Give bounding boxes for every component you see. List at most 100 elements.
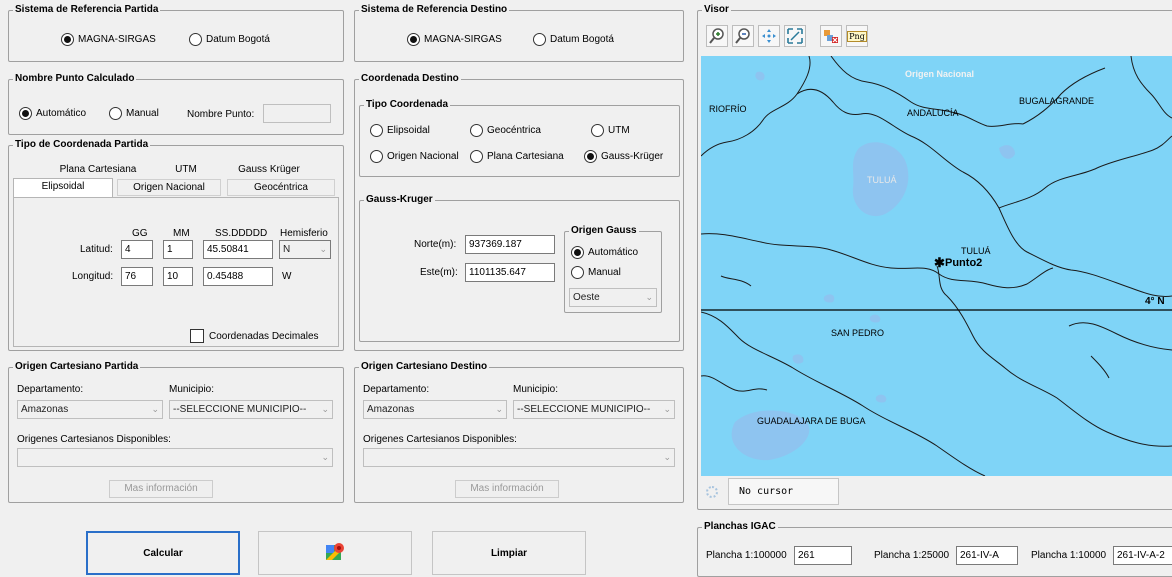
origen-automatico-radio[interactable]: Automático [571, 246, 638, 259]
punto-marker-icon[interactable]: ✱ [934, 256, 945, 269]
export-png-icon[interactable]: Png [846, 25, 868, 47]
municipio-select[interactable]: --SELECCIONE MUNICIPIO-- ⌄ [169, 400, 333, 419]
gauss-kruger-group: Gauss-Kruger Norte(m): 937369.187 Este(m… [359, 194, 680, 342]
origenes-select[interactable]: ⌄ [17, 448, 333, 467]
radio-label: Automático [36, 108, 87, 119]
zoom-extent-icon[interactable] [784, 25, 806, 47]
radio-dot-selected[interactable] [584, 150, 597, 163]
origenes-select[interactable]: ⌄ [363, 448, 675, 467]
radio-dot[interactable] [370, 124, 383, 137]
ref-destino-bogota-radio[interactable]: Datum Bogotá [533, 33, 614, 46]
tipo-geocentrica-radio[interactable]: Geocéntrica [470, 124, 541, 137]
cart-destino-title: Origen Cartesiano Destino [359, 361, 490, 373]
departamento-value: Amazonas [367, 404, 415, 415]
coord-destino-title: Coordenada Destino [359, 73, 461, 85]
longitud-mm-input[interactable]: 10 [163, 267, 193, 286]
chevron-down-icon: ⌄ [151, 404, 159, 414]
ref-partida-group: Sistema de Referencia Partida MAGNA-SIRG… [8, 4, 344, 62]
limpiar-button[interactable]: Limpiar [432, 531, 586, 575]
plancha-10k-input[interactable]: 261-IV-A-2 [1113, 546, 1172, 565]
longitud-gg-input[interactable]: 76 [121, 267, 153, 286]
departamento-value: Amazonas [21, 404, 69, 415]
nombre-automatico-radio[interactable]: Automático [19, 107, 86, 120]
plancha-25k-input[interactable]: 261-IV-A [956, 546, 1018, 565]
tipo-utm-radio[interactable]: UTM [591, 124, 630, 137]
departamento-select[interactable]: Amazonas ⌄ [363, 400, 507, 419]
ref-partida-magna-radio[interactable]: MAGNA-SIRGAS [61, 33, 156, 46]
chevron-down-icon: ⌄ [645, 292, 653, 302]
latitud-gg-input[interactable]: 4 [121, 240, 153, 259]
radio-dot-selected[interactable] [571, 246, 584, 259]
nombre-manual-radio[interactable]: Manual [109, 107, 159, 120]
calcular-button[interactable]: Calcular [86, 531, 240, 575]
origen-gauss-group: Origen Gauss Automático Manual Oeste ⌄ [564, 225, 662, 313]
longitud-ss-input[interactable]: 0.45488 [203, 267, 273, 286]
plancha-25k-label: Plancha 1:25000 [874, 550, 950, 561]
map-label-andalucia: ANDALUCÍA [907, 108, 959, 118]
radio-label: Automático [588, 247, 639, 258]
map-label-tulua: TULUÁ [961, 246, 991, 256]
png-label: Png [847, 30, 867, 42]
origen-manual-radio[interactable]: Manual [571, 266, 621, 279]
radio-dot[interactable] [470, 150, 483, 163]
radio-label: MAGNA-SIRGAS [78, 34, 156, 45]
mas-informacion-button[interactable]: Mas información [455, 480, 559, 498]
coordenadas-decimales-label: Coordenadas Decimales [209, 331, 319, 342]
longitud-hemisferio: W [282, 271, 292, 282]
clear-icon[interactable] [820, 25, 842, 47]
plancha-100k-input[interactable]: 261 [794, 546, 852, 565]
radio-dot-selected[interactable] [19, 107, 32, 120]
tab-elipsoidal[interactable]: Elipsoidal [13, 178, 113, 198]
map-label-guadalajara: GUADALAJARA DE BUGA [757, 416, 866, 426]
origen-gauss-select[interactable]: Oeste ⌄ [569, 288, 657, 307]
radio-dot-selected[interactable] [61, 33, 74, 46]
latitud-mm-input[interactable]: 1 [163, 240, 193, 259]
zoom-in-icon[interactable] [706, 25, 728, 47]
radio-dot[interactable] [591, 124, 604, 137]
tab-plana-cartesiana[interactable]: Plana Cartesiana [43, 162, 153, 179]
ref-partida-bogota-radio[interactable]: Datum Bogotá [189, 33, 270, 46]
tipo-elipsoidal-radio[interactable]: Elipsoidal [370, 124, 430, 137]
tab-gauss-kruger[interactable]: Gauss Krüger [219, 162, 319, 179]
tipo-gauss-kruger-radio[interactable]: Gauss-Krüger [584, 150, 663, 163]
latitud-ss-input[interactable]: 45.50841 [203, 240, 273, 259]
radio-dot-selected[interactable] [407, 33, 420, 46]
radio-dot[interactable] [571, 266, 584, 279]
mas-informacion-button[interactable]: Mas información [109, 480, 213, 498]
chevron-down-icon: ⌄ [663, 452, 671, 462]
coordenadas-decimales-checkbox[interactable] [190, 329, 204, 343]
map-label-bugalagrande: BUGALAGRANDE [1019, 96, 1095, 106]
radio-dot[interactable] [470, 124, 483, 137]
cart-partida-group: Origen Cartesiano Partida Departamento: … [8, 361, 344, 503]
tipo-partida-title: Tipo de Coordenada Partida [13, 139, 151, 151]
tipo-partida-group: Tipo de Coordenada Partida Plana Cartesi… [8, 139, 344, 351]
cursor-status: No cursor [728, 478, 839, 505]
cursor-status-icon [706, 486, 718, 498]
pan-icon[interactable] [758, 25, 780, 47]
nombre-punto-title: Nombre Punto Calculado [13, 73, 137, 85]
tipo-origen-nacional-radio[interactable]: Origen Nacional [370, 150, 459, 163]
tab-origen-nacional[interactable]: Origen Nacional [117, 179, 221, 196]
google-maps-button[interactable] [258, 531, 412, 575]
latitud-hemisferio-select[interactable]: N ⌄ [279, 240, 331, 259]
zoom-out-icon[interactable] [732, 25, 754, 47]
radio-dot[interactable] [189, 33, 202, 46]
elipsoidal-panel: GG MM SS.DDDDD Hemisferio Latitud: 4 1 4… [13, 197, 339, 347]
tab-geocentrica[interactable]: Geocéntrica [227, 179, 335, 196]
norte-input[interactable]: 937369.187 [465, 235, 555, 254]
map-label-origen-nacional: Origen Nacional [905, 69, 975, 79]
map-canvas[interactable]: Origen Nacional RIOFRÍO ANDALUCÍA BUGALA… [701, 56, 1172, 476]
norte-label: Norte(m): [414, 239, 457, 250]
radio-dot[interactable] [370, 150, 383, 163]
este-input[interactable]: 1101135.647 [465, 263, 555, 282]
municipio-select[interactable]: --SELECCIONE MUNICIPIO-- ⌄ [513, 400, 675, 419]
radio-label: MAGNA-SIRGAS [424, 34, 502, 45]
ref-destino-magna-radio[interactable]: MAGNA-SIRGAS [407, 33, 502, 46]
map-label-tulua-water: TULUÁ [867, 175, 897, 185]
radio-dot[interactable] [109, 107, 122, 120]
departamento-select[interactable]: Amazonas ⌄ [17, 400, 163, 419]
tab-utm[interactable]: UTM [161, 162, 211, 179]
tipo-plana-cartesiana-radio[interactable]: Plana Cartesiana [470, 150, 564, 163]
nombre-punto-input[interactable] [263, 104, 331, 123]
radio-dot[interactable] [533, 33, 546, 46]
